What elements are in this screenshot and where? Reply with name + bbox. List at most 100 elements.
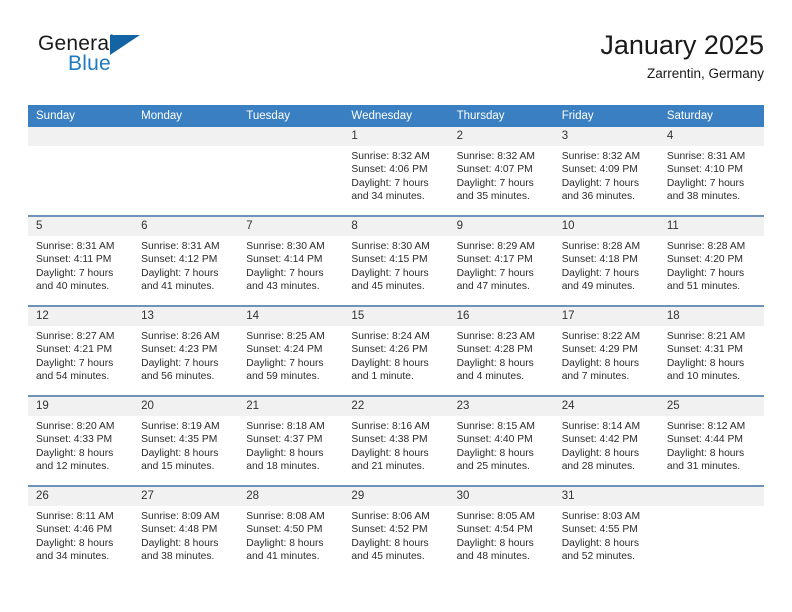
calendar-cell-day[interactable]: 22 Sunrise: 8:16 AM Sunset: 4:38 PM Dayligh… [343, 395, 449, 486]
calendar-cell-day[interactable]: 25 Sunrise: 8:12 AM Sunset: 4:44 PM Dayligh… [658, 395, 764, 486]
daylight-text-line2: and 7 minutes. [561, 371, 630, 383]
daylight-text-line2: and 41 minutes. [141, 281, 215, 293]
sunrise-text: Sunrise: 8:11 AM [36, 511, 114, 522]
sunset-text: Sunset: 4:21 PM [36, 344, 113, 356]
daylight-text-line2: and 47 minutes. [456, 281, 530, 293]
brand-logo[interactable]: General Blue [38, 32, 218, 90]
daylight-text-line1: Daylight: 7 hours [561, 267, 639, 279]
day-number: 23 [448, 397, 554, 416]
day-number [238, 127, 344, 146]
calendar-cell-day[interactable]: 15 Sunrise: 8:24 AM Sunset: 4:26 PM Dayligh… [343, 305, 449, 396]
day-number: 22 [343, 397, 449, 416]
daylight-text-line1: Daylight: 8 hours [456, 537, 534, 549]
day-details: Sunrise: 8:26 AM Sunset: 4:23 PM Daylight:… [133, 326, 238, 384]
calendar-cell-inner: 4 Sunrise: 8:31 AM Sunset: 4:10 PM Daylight… [658, 127, 764, 215]
day-number: 18 [658, 307, 764, 326]
day-details: Sunrise: 8:22 AM Sunset: 4:29 PM Daylight:… [554, 326, 659, 384]
weekday-header-saturday: Saturday [658, 105, 764, 127]
calendar-cell-inner: 13 Sunrise: 8:26 AM Sunset: 4:23 PM Dayligh… [133, 307, 239, 395]
calendar-cell-day[interactable]: 13 Sunrise: 8:26 AM Sunset: 4:23 PM Dayligh… [133, 305, 239, 396]
calendar-cell-day[interactable]: 27 Sunrise: 8:09 AM Sunset: 4:48 PM Dayligh… [133, 485, 239, 575]
daylight-text-line2: and 10 minutes. [666, 371, 741, 383]
day-details: Sunrise: 8:16 AM Sunset: 4:38 PM Daylight:… [343, 416, 448, 474]
calendar-cell-day[interactable]: 19 Sunrise: 8:20 AM Sunset: 4:33 PM Dayligh… [28, 395, 134, 486]
daylight-text-line2: and 36 minutes. [561, 191, 635, 203]
calendar-cell-day[interactable]: 7 Sunrise: 8:30 AM Sunset: 4:14 PM Daylight… [238, 215, 344, 306]
sunrise-text: Sunrise: 8:19 AM [141, 421, 220, 432]
calendar-body: 1 Sunrise: 8:32 AM Sunset: 4:06 PM Daylight… [28, 127, 764, 575]
calendar-cell-day[interactable]: 2 Sunrise: 8:32 AM Sunset: 4:07 PM Daylight… [448, 127, 554, 216]
calendar-cell-day[interactable]: 28 Sunrise: 8:08 AM Sunset: 4:50 PM Dayligh… [238, 485, 344, 575]
calendar-cell-day[interactable]: 29 Sunrise: 8:06 AM Sunset: 4:52 PM Dayligh… [343, 485, 449, 575]
calendar-cell-day[interactable]: 3 Sunrise: 8:32 AM Sunset: 4:09 PM Daylight… [553, 127, 659, 216]
calendar-cell-day[interactable]: 9 Sunrise: 8:29 AM Sunset: 4:17 PM Daylight… [448, 215, 554, 306]
calendar-cell-inner: 3 Sunrise: 8:32 AM Sunset: 4:09 PM Daylight… [553, 127, 659, 215]
sunset-text: Sunset: 4:52 PM [351, 524, 428, 536]
calendar-cell-empty [658, 485, 764, 575]
calendar-cell-day[interactable]: 31 Sunrise: 8:03 AM Sunset: 4:55 PM Dayligh… [553, 485, 659, 575]
day-number: 27 [133, 487, 239, 506]
calendar-cell-day[interactable]: 10 Sunrise: 8:28 AM Sunset: 4:18 PM Dayligh… [553, 215, 659, 306]
day-details: Sunrise: 8:08 AM Sunset: 4:50 PM Daylight:… [238, 506, 343, 564]
sunrise-text: Sunrise: 8:20 AM [36, 421, 115, 432]
sunrise-text: Sunrise: 8:30 AM [246, 241, 325, 252]
calendar-cell-day[interactable]: 21 Sunrise: 8:18 AM Sunset: 4:37 PM Dayligh… [238, 395, 344, 486]
calendar-cell-day[interactable]: 5 Sunrise: 8:31 AM Sunset: 4:11 PM Daylight… [28, 215, 134, 306]
daylight-text-line2: and 35 minutes. [456, 191, 530, 203]
day-details: Sunrise: 8:31 AM Sunset: 4:12 PM Daylight:… [133, 236, 238, 294]
calendar-table: Sunday Monday Tuesday Wednesday Thursday… [28, 105, 764, 575]
sunrise-text: Sunrise: 8:23 AM [456, 331, 535, 342]
calendar-cell-inner: 28 Sunrise: 8:08 AM Sunset: 4:50 PM Dayligh… [238, 487, 344, 575]
day-details: Sunrise: 8:29 AM Sunset: 4:17 PM Daylight:… [449, 236, 554, 294]
calendar-cell-inner: 23 Sunrise: 8:15 AM Sunset: 4:40 PM Dayligh… [448, 397, 554, 485]
weekday-header-tuesday: Tuesday [238, 105, 344, 127]
daylight-text-line1: Daylight: 8 hours [456, 357, 534, 369]
sunrise-text: Sunrise: 8:31 AM [666, 151, 746, 162]
calendar-cell-inner [238, 127, 344, 215]
day-number: 8 [343, 217, 449, 236]
day-details: Sunrise: 8:14 AM Sunset: 4:42 PM Daylight:… [554, 416, 659, 474]
day-number: 31 [553, 487, 659, 506]
calendar-cell-day[interactable]: 12 Sunrise: 8:27 AM Sunset: 4:21 PM Dayligh… [28, 305, 134, 396]
calendar-cell-day[interactable]: 24 Sunrise: 8:14 AM Sunset: 4:42 PM Dayligh… [553, 395, 659, 486]
sunset-text: Sunset: 4:46 PM [36, 524, 113, 536]
daylight-text-line1: Daylight: 7 hours [351, 267, 429, 279]
daylight-text-line1: Daylight: 8 hours [36, 537, 114, 549]
daylight-text-line2: and 34 minutes. [36, 551, 110, 563]
calendar-cell-inner: 10 Sunrise: 8:28 AM Sunset: 4:18 PM Dayligh… [553, 217, 659, 305]
calendar-cell-day[interactable]: 14 Sunrise: 8:25 AM Sunset: 4:24 PM Dayligh… [238, 305, 344, 396]
day-details: Sunrise: 8:28 AM Sunset: 4:18 PM Daylight:… [554, 236, 659, 294]
weekday-header-sunday: Sunday [28, 105, 134, 127]
daylight-text-line2: and 56 minutes. [141, 371, 215, 383]
day-number: 24 [553, 397, 659, 416]
day-details: Sunrise: 8:32 AM Sunset: 4:09 PM Daylight:… [554, 146, 659, 204]
calendar-cell-day[interactable]: 17 Sunrise: 8:22 AM Sunset: 4:29 PM Dayligh… [553, 305, 659, 396]
daylight-text-line2: and 21 minutes. [351, 461, 425, 473]
calendar-cell-day[interactable]: 23 Sunrise: 8:15 AM Sunset: 4:40 PM Dayligh… [448, 395, 554, 486]
calendar-cell-inner: 14 Sunrise: 8:25 AM Sunset: 4:24 PM Dayligh… [238, 307, 344, 395]
daylight-text-line2: and 52 minutes. [561, 551, 635, 563]
daylight-text-line1: Daylight: 7 hours [351, 177, 429, 189]
sunset-text: Sunset: 4:40 PM [456, 434, 533, 446]
calendar-cell-day[interactable]: 20 Sunrise: 8:19 AM Sunset: 4:35 PM Dayligh… [133, 395, 239, 486]
calendar-cell-inner: 16 Sunrise: 8:23 AM Sunset: 4:28 PM Dayligh… [448, 307, 554, 395]
calendar-cell-inner: 26 Sunrise: 8:11 AM Sunset: 4:46 PM Dayligh… [28, 487, 134, 575]
calendar-cell-day[interactable]: 11 Sunrise: 8:28 AM Sunset: 4:20 PM Dayligh… [658, 215, 764, 306]
calendar-cell-inner: 5 Sunrise: 8:31 AM Sunset: 4:11 PM Daylight… [28, 217, 134, 305]
day-number: 26 [28, 487, 134, 506]
calendar-cell-day[interactable]: 4 Sunrise: 8:31 AM Sunset: 4:10 PM Daylight… [658, 127, 764, 216]
day-details: Sunrise: 8:19 AM Sunset: 4:35 PM Daylight:… [133, 416, 238, 474]
calendar-cell-day[interactable]: 16 Sunrise: 8:23 AM Sunset: 4:28 PM Dayligh… [448, 305, 554, 396]
calendar-cell-day[interactable]: 30 Sunrise: 8:05 AM Sunset: 4:54 PM Dayligh… [448, 485, 554, 575]
location-subtitle: Zarrentin, Germany [646, 66, 764, 81]
calendar-cell-day[interactable]: 8 Sunrise: 8:30 AM Sunset: 4:15 PM Daylight… [343, 215, 449, 306]
calendar-cell-day[interactable]: 18 Sunrise: 8:21 AM Sunset: 4:31 PM Dayligh… [658, 305, 764, 396]
calendar-cell-day[interactable]: 1 Sunrise: 8:32 AM Sunset: 4:06 PM Daylight… [343, 127, 449, 216]
day-number [133, 127, 239, 146]
daylight-text-line1: Daylight: 8 hours [351, 357, 429, 369]
calendar-cell-day[interactable]: 26 Sunrise: 8:11 AM Sunset: 4:46 PM Dayligh… [28, 485, 134, 575]
calendar-cell-inner: 31 Sunrise: 8:03 AM Sunset: 4:55 PM Dayligh… [553, 487, 659, 575]
calendar-cell-day[interactable]: 6 Sunrise: 8:31 AM Sunset: 4:12 PM Daylight… [133, 215, 239, 306]
sunset-text: Sunset: 4:50 PM [246, 524, 323, 536]
day-details: Sunrise: 8:30 AM Sunset: 4:14 PM Daylight:… [238, 236, 343, 294]
